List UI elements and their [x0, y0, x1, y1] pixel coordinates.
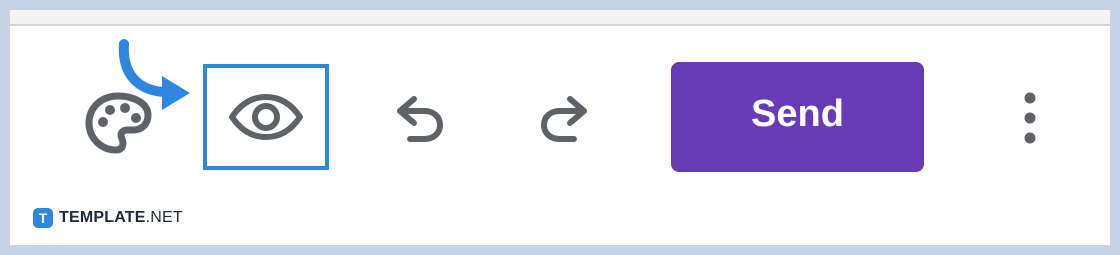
- top-edge-bar: [10, 10, 1110, 26]
- eye-icon: [229, 94, 303, 140]
- more-options-button[interactable]: [1005, 85, 1055, 151]
- logo-brand-bold: TEMPLATE: [59, 209, 146, 226]
- curved-arrow-icon: [118, 39, 190, 110]
- send-button[interactable]: Send: [671, 62, 924, 172]
- preview-button[interactable]: [203, 64, 329, 170]
- more-vertical-icon: [1024, 92, 1036, 144]
- logo-mark: T: [33, 208, 53, 228]
- undo-button[interactable]: [378, 88, 458, 148]
- undo-icon: [397, 96, 444, 142]
- template-net-logo: T TEMPLATE .NET: [33, 207, 183, 229]
- redo-button[interactable]: [526, 88, 606, 148]
- logo-brand-suffix: .NET: [145, 209, 183, 226]
- redo-icon: [540, 96, 587, 142]
